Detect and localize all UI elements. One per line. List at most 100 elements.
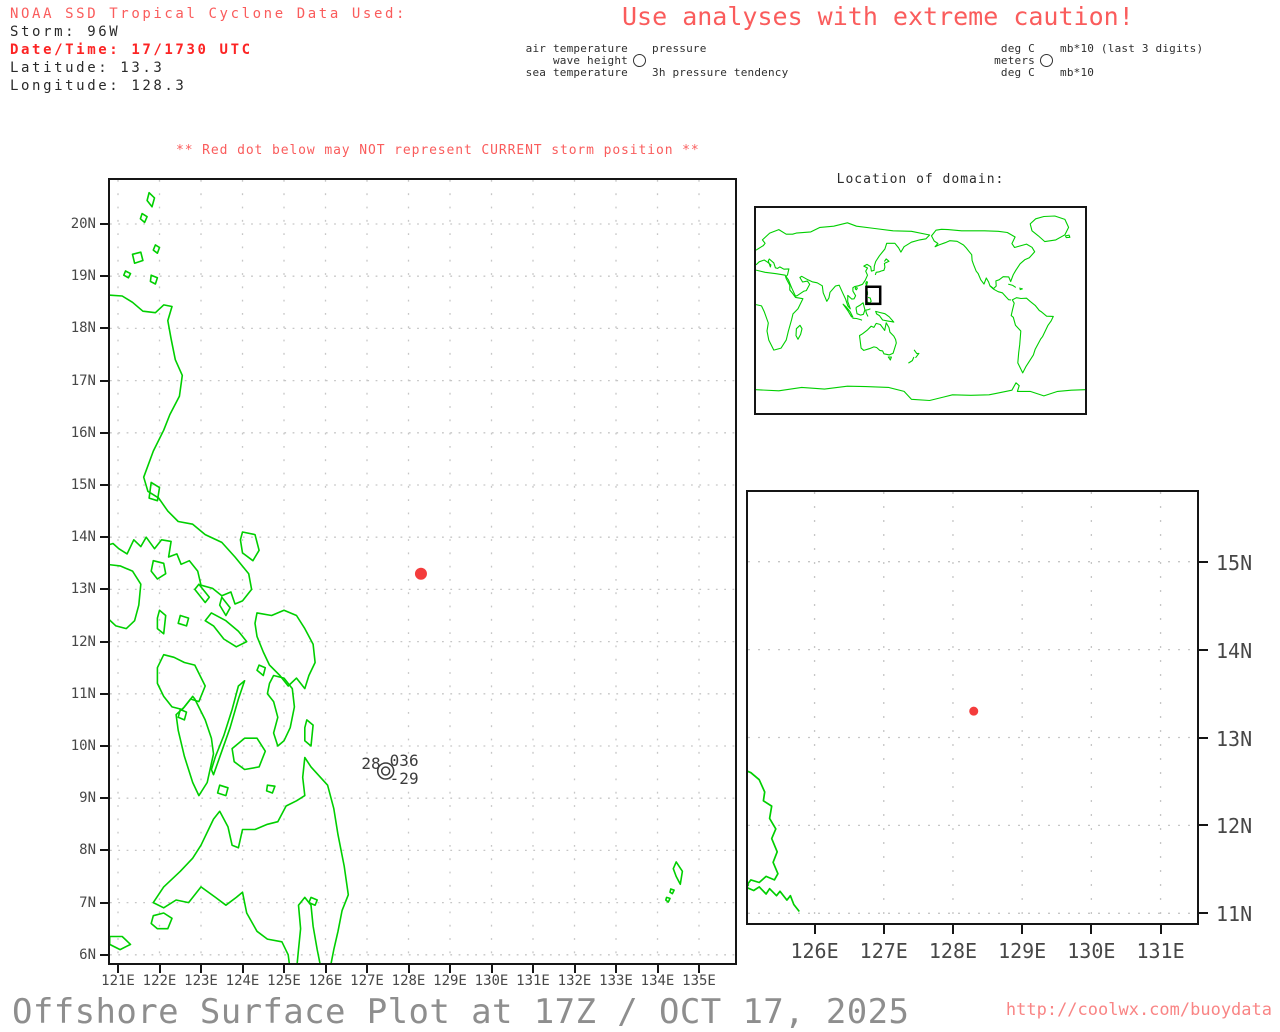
coastline <box>151 561 166 579</box>
world-coastline <box>932 229 1035 300</box>
x-axis-tick <box>159 965 161 973</box>
coastline <box>305 720 313 746</box>
coastline <box>267 785 275 793</box>
world-coastline <box>908 357 914 363</box>
world-map-canvas <box>756 208 1085 413</box>
world-coastline <box>1065 235 1070 238</box>
x-axis-tick <box>952 925 954 934</box>
y-axis-label: 12N <box>50 634 96 650</box>
y-axis-label: 14N <box>1216 639 1276 663</box>
storm-detail-map <box>746 490 1199 925</box>
legend-pressure-label: pressure <box>652 42 707 55</box>
coastline <box>110 563 141 628</box>
coastline <box>220 597 230 615</box>
x-axis-tick <box>698 965 700 973</box>
x-axis-tick <box>1160 925 1162 934</box>
coastline <box>124 271 131 278</box>
main-surface-map: 28036-29 <box>108 178 737 965</box>
x-axis-tick <box>657 965 659 973</box>
world-coastline <box>914 350 919 358</box>
coastline <box>670 889 674 894</box>
coastline <box>748 767 799 911</box>
x-axis-tick <box>1021 925 1023 934</box>
legend-pressure-tendency-label: 3h pressure tendency <box>652 66 788 79</box>
x-axis-tick <box>408 965 410 973</box>
world-coastline <box>1030 216 1068 242</box>
domain-extent-rectangle <box>866 287 880 304</box>
coastline <box>140 214 147 223</box>
x-axis-tick <box>325 965 327 973</box>
y-axis-label: 18N <box>50 320 96 336</box>
y-axis-label: 14N <box>50 529 96 545</box>
y-axis-tick <box>100 484 108 486</box>
x-axis-label: 127E <box>852 939 916 963</box>
station-pressure-tendency: -29 <box>390 769 419 788</box>
x-axis-label: 130E <box>1059 939 1123 963</box>
y-axis-tick <box>100 902 108 904</box>
coastline <box>205 613 247 647</box>
world-coastline <box>756 223 930 309</box>
coastline <box>673 862 682 884</box>
x-axis-tick <box>117 965 119 973</box>
coastline <box>147 193 154 207</box>
world-coastline <box>866 309 871 317</box>
detail-map-canvas <box>748 492 1197 923</box>
station-pressure: 036 <box>390 751 419 770</box>
world-coastline <box>852 318 862 320</box>
storm-position-dot <box>969 707 978 716</box>
x-axis-tick <box>1090 925 1092 934</box>
coastline <box>110 295 252 605</box>
x-axis-tick <box>283 965 285 973</box>
x-axis-label: 126E <box>783 939 847 963</box>
y-axis-tick <box>100 745 108 747</box>
coastline <box>133 252 143 263</box>
world-coastline <box>868 297 872 303</box>
y-axis-label: 11N <box>50 686 96 702</box>
coastline <box>666 897 670 902</box>
y-axis-tick <box>100 223 108 225</box>
storm-id-line: Storm: 96W <box>10 24 407 42</box>
coastline <box>211 681 244 775</box>
world-coastline <box>866 282 868 286</box>
noaa-data-source-line: NOAA SSD Tropical Cyclone Data Used: <box>10 6 407 24</box>
offshore-surface-plot-page: { "header": { "noaa_line": "NOAA SSD Tro… <box>0 0 1280 1024</box>
x-axis-tick <box>532 965 534 973</box>
legend-mb10-label: mb*10 <box>1060 66 1094 79</box>
storm-position-dot <box>415 568 427 580</box>
caution-banner: Use analyses with extreme caution! <box>622 2 1134 31</box>
station-circle-icon <box>1040 54 1053 67</box>
coastline <box>150 275 157 284</box>
y-axis-label: 19N <box>50 268 96 284</box>
coastline <box>153 245 159 253</box>
coastline <box>255 610 315 688</box>
world-coastline <box>990 277 1011 289</box>
coastline <box>267 676 294 747</box>
x-axis-label: 135E <box>675 973 723 989</box>
y-axis-label: 17N <box>50 373 96 389</box>
storm-longitude-line: Longitude: 128.3 <box>10 78 407 96</box>
x-axis-tick <box>883 925 885 934</box>
coastline <box>153 758 348 964</box>
source-url-link[interactable]: http://coolwx.com/buoydata <box>1006 1000 1272 1020</box>
coastline <box>232 738 265 769</box>
y-axis-label: 13N <box>1216 727 1276 751</box>
world-coastline <box>1008 284 1016 287</box>
world-coastline <box>855 288 857 290</box>
y-axis-tick <box>100 693 108 695</box>
main-map-canvas: 28036-29 <box>110 180 735 963</box>
y-axis-tick <box>100 954 108 956</box>
coastline <box>157 610 165 634</box>
x-axis-tick <box>366 965 368 973</box>
y-axis-label: 16N <box>50 425 96 441</box>
buoy-station-plot: 28036-29 <box>361 751 418 788</box>
coastline <box>178 710 186 720</box>
y-axis-label: 13N <box>50 581 96 597</box>
x-axis-tick <box>574 965 576 973</box>
y-axis-tick <box>100 849 108 851</box>
coastline <box>257 665 265 675</box>
legend-degc-bottom-label: deg C <box>1001 66 1035 79</box>
x-axis-tick <box>814 925 816 934</box>
y-axis-label: 8N <box>50 842 96 858</box>
y-axis-label: 11N <box>1216 902 1276 926</box>
world-coastline <box>875 259 889 275</box>
